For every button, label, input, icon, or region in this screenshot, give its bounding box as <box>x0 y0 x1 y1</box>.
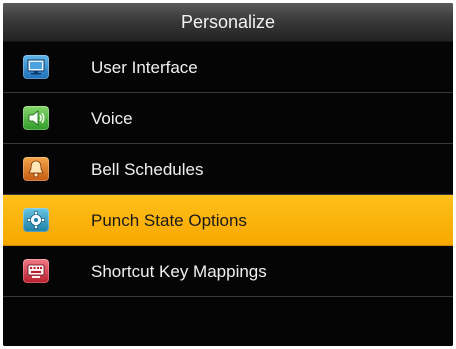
menu-item-label: Voice <box>91 109 133 128</box>
menu-item-punch-state-options[interactable]: Punch State Options <box>3 195 453 246</box>
monitor-icon <box>23 55 49 79</box>
speaker-icon <box>23 106 49 130</box>
empty-footer-area <box>3 303 453 346</box>
menu-item-label: Shortcut Key Mappings <box>91 262 267 281</box>
device-screen: Personalize User Interface Voice Bell Sc… <box>3 3 453 346</box>
menu-item-label: User Interface <box>91 58 198 77</box>
bell-icon <box>23 157 49 181</box>
menu-item-user-interface[interactable]: User Interface <box>3 42 453 93</box>
menu-item-shortcut-key-mappings[interactable]: Shortcut Key Mappings <box>3 246 453 297</box>
page-title: Personalize <box>3 3 453 42</box>
keyboard-icon <box>23 259 49 283</box>
menu-item-label: Bell Schedules <box>91 160 204 179</box>
menu-item-voice[interactable]: Voice <box>3 93 453 144</box>
menu-item-label: Punch State Options <box>91 211 247 230</box>
personalize-menu: User Interface Voice Bell Schedules Punc… <box>3 42 453 297</box>
menu-item-bell-schedules[interactable]: Bell Schedules <box>3 144 453 195</box>
gear-icon <box>23 208 49 232</box>
